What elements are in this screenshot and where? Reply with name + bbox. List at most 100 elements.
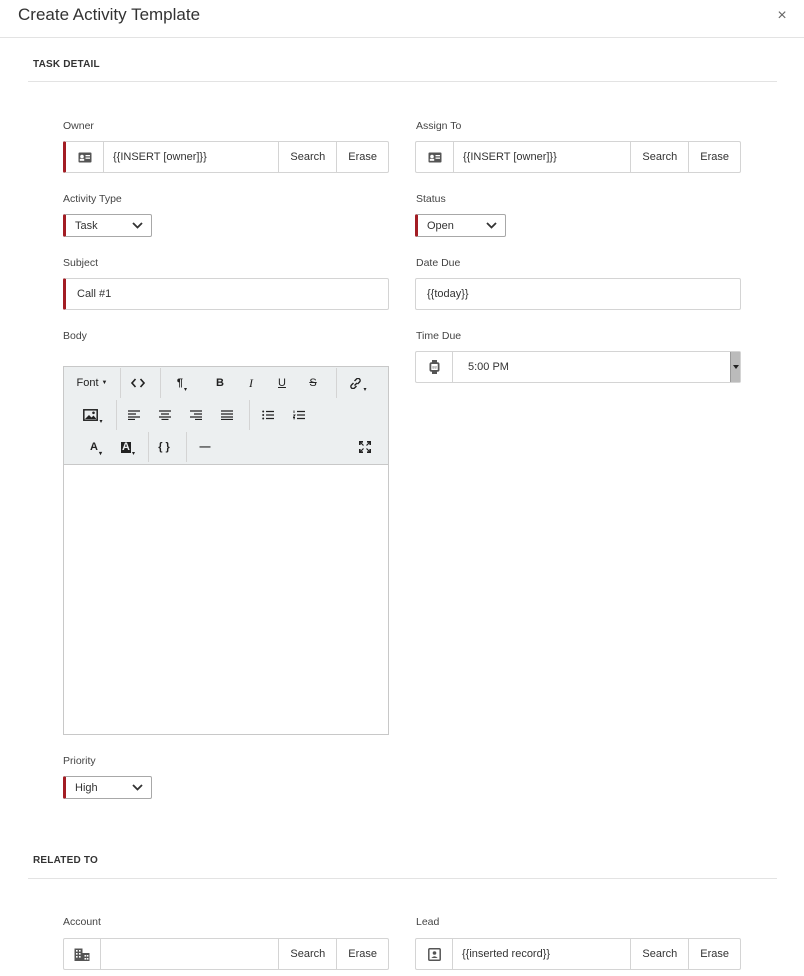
owner-search-button[interactable]: Search xyxy=(278,142,336,172)
lead-search-button[interactable]: Search xyxy=(630,939,688,969)
section-title-related-to: RELATED TO xyxy=(33,855,98,866)
header-divider xyxy=(0,37,804,38)
account-erase-button[interactable]: Erase xyxy=(336,939,388,969)
fullscreen-button[interactable] xyxy=(353,435,377,459)
account-label: Account xyxy=(63,916,101,928)
priority-value: High xyxy=(75,781,98,794)
bold-button[interactable]: B xyxy=(208,371,232,395)
time-due-label: Time Due xyxy=(416,330,462,342)
assign-to-value[interactable]: {{INSERT [owner]}} xyxy=(454,142,630,172)
link-button[interactable]: ▾ xyxy=(342,371,374,395)
editor-content-area[interactable] xyxy=(64,465,388,734)
watch-icon: 88 xyxy=(416,352,453,382)
status-select[interactable]: Open xyxy=(415,214,506,237)
contact-card-icon xyxy=(66,142,104,172)
lead-label: Lead xyxy=(416,916,440,928)
chevron-down-icon xyxy=(486,222,497,229)
body-editor: Font ▼ ¶ ▾ B I U S ▾ ▾ A ▾ A ▾ {} — xyxy=(63,366,389,735)
fullscreen-icon xyxy=(359,441,371,453)
align-left-icon xyxy=(128,410,140,420)
time-due-value[interactable]: 5:00 PM xyxy=(453,352,730,382)
align-right-button[interactable] xyxy=(184,403,208,427)
dialog-title: Create Activity Template xyxy=(18,5,201,24)
editor-toolbar: Font ▼ ¶ ▾ B I U S ▾ ▾ A ▾ A ▾ {} — xyxy=(64,367,388,465)
building-icon xyxy=(64,939,101,969)
lead-value[interactable]: {{inserted record}} xyxy=(453,939,630,969)
strikethrough-button[interactable]: S xyxy=(301,371,325,395)
contact-book-icon xyxy=(416,939,453,969)
priority-label: Priority xyxy=(63,755,96,767)
font-dropdown[interactable]: Font ▼ xyxy=(72,371,112,395)
bullet-list-icon xyxy=(262,410,274,420)
toolbar-separator xyxy=(336,368,337,398)
status-label: Status xyxy=(416,193,446,205)
section-divider xyxy=(28,878,777,879)
toolbar-separator xyxy=(186,432,187,462)
assign-to-label: Assign To xyxy=(416,120,462,132)
section-divider xyxy=(28,81,777,82)
image-icon xyxy=(83,409,99,421)
caret-down-icon xyxy=(732,365,739,369)
paragraph-style-button[interactable]: ¶ ▾ xyxy=(168,371,196,395)
time-due-field: 88 5:00 PM xyxy=(415,351,741,383)
section-title-task-detail: TASK DETAIL xyxy=(33,59,100,70)
assign-to-erase-button[interactable]: Erase xyxy=(688,142,740,172)
priority-select[interactable]: High xyxy=(63,776,152,799)
account-value[interactable] xyxy=(101,939,278,969)
caret-down-icon: ▾ xyxy=(363,386,367,393)
activity-type-label: Activity Type xyxy=(63,193,122,205)
toolbar-separator xyxy=(160,368,161,398)
activity-type-select[interactable]: Task xyxy=(63,214,152,237)
insert-field-button[interactable]: { } xyxy=(152,435,176,459)
font-color-icon: A xyxy=(90,441,98,453)
toolbar-separator xyxy=(249,400,250,430)
subject-label: Subject xyxy=(63,257,99,269)
account-search-button[interactable]: Search xyxy=(278,939,336,969)
horizontal-rule-button[interactable]: — xyxy=(193,435,217,459)
font-dropdown-label: Font xyxy=(76,377,99,389)
owner-value[interactable]: {{INSERT [owner]}} xyxy=(104,142,278,172)
lead-lookup: {{inserted record}} Search Erase xyxy=(415,938,741,970)
underline-button[interactable]: U xyxy=(270,371,294,395)
account-lookup: Search Erase xyxy=(63,938,389,970)
date-due-label: Date Due xyxy=(416,257,461,269)
code-view-button[interactable] xyxy=(126,371,150,395)
owner-erase-button[interactable]: Erase xyxy=(336,142,388,172)
lead-erase-button[interactable]: Erase xyxy=(688,939,740,969)
time-dropdown-toggle[interactable] xyxy=(730,352,740,382)
activity-type-value: Task xyxy=(75,219,98,232)
owner-lookup: {{INSERT [owner]}} Search Erase xyxy=(63,141,389,173)
italic-button[interactable]: I xyxy=(239,371,263,395)
align-right-icon xyxy=(190,410,202,420)
numbered-list-button[interactable] xyxy=(287,403,311,427)
contact-card-icon xyxy=(416,142,454,172)
svg-text:88: 88 xyxy=(432,365,437,370)
caret-down-icon: ▾ xyxy=(99,418,103,425)
link-icon xyxy=(350,377,362,389)
background-color-icon: A xyxy=(121,440,131,453)
close-icon[interactable]: × xyxy=(775,7,789,25)
assign-to-search-button[interactable]: Search xyxy=(630,142,688,172)
chevron-down-icon xyxy=(132,784,143,791)
align-left-button[interactable] xyxy=(122,403,146,427)
status-value: Open xyxy=(427,219,454,232)
code-icon xyxy=(131,378,145,388)
toolbar-separator xyxy=(148,432,149,462)
align-center-button[interactable] xyxy=(153,403,177,427)
toolbar-separator xyxy=(116,400,117,430)
caret-down-icon: ▼ xyxy=(101,380,108,386)
date-due-input[interactable]: {{today}} xyxy=(415,278,741,310)
caret-down-icon: ▾ xyxy=(131,450,135,457)
numbered-list-icon xyxy=(293,410,305,420)
subject-input[interactable]: Call #1 xyxy=(63,278,389,310)
caret-down-icon: ▾ xyxy=(184,386,188,393)
background-color-button[interactable]: A ▾ xyxy=(114,435,142,459)
bullet-list-button[interactable] xyxy=(256,403,280,427)
align-justify-icon xyxy=(221,410,233,420)
owner-label: Owner xyxy=(63,120,94,132)
align-justify-button[interactable] xyxy=(215,403,239,427)
font-color-button[interactable]: A ▾ xyxy=(82,435,110,459)
image-button[interactable]: ▾ xyxy=(78,403,108,427)
body-label: Body xyxy=(63,330,87,342)
paragraph-icon: ¶ xyxy=(176,377,184,389)
